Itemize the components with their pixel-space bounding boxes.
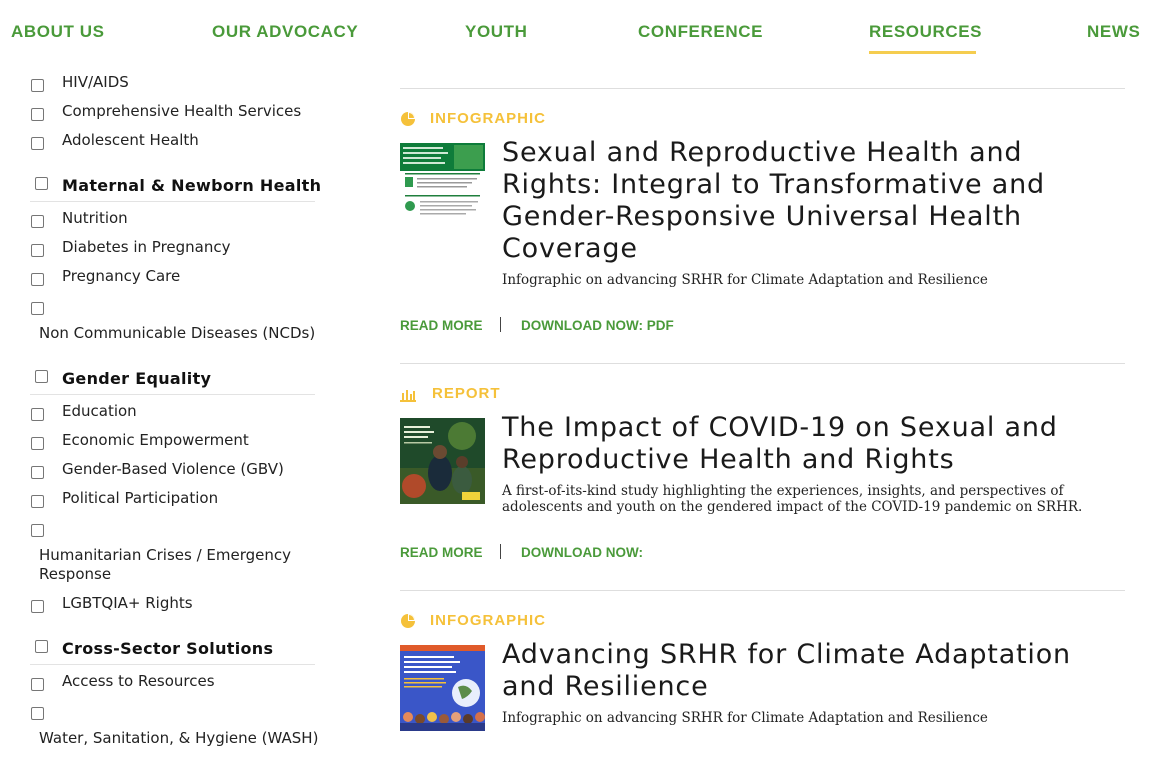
filter-label-education[interactable]: Education [62,402,137,420]
top-navigation: ABOUT US OUR ADVOCACY YOUTH CONFERENCE R… [0,0,1161,62]
filter-label-wash[interactable]: Water, Sanitation, & Hygiene (WASH) [39,729,318,747]
filter-label-adolescent-health[interactable]: Adolescent Health [62,131,199,149]
pie-chart-icon [401,112,415,126]
filter-label-economic-empowerment[interactable]: Economic Empowerment [62,431,249,449]
resource-type: INFOGRAPHIC [400,612,600,632]
read-more-link[interactable]: READ MORE [400,545,483,560]
link-separator [500,317,501,332]
filter-checkbox-gbv[interactable] [31,466,44,479]
nav-resources[interactable]: RESOURCES [869,22,982,42]
filter-checkbox-lgbtqia[interactable] [31,600,44,613]
filter-label-humanitarian[interactable]: Humanitarian Crises / Emergency Response [39,546,319,584]
resource-thumbnail[interactable] [400,418,485,504]
filter-group-gender-equality[interactable]: Gender Equality [62,369,211,388]
filter-checkbox-humanitarian[interactable] [31,524,44,537]
filter-checkbox-ncds[interactable] [31,302,44,315]
resource-title[interactable]: Sexual and Reproductive Health and Right… [502,137,1102,265]
download-link[interactable]: DOWNLOAD NOW: PDF [521,318,674,333]
download-link[interactable]: DOWNLOAD NOW: [521,545,643,560]
link-separator [500,544,501,559]
divider [400,590,1125,591]
group-divider [30,201,315,202]
group-divider [30,664,315,665]
resource-type: REPORT [400,385,600,405]
filter-group-cross-sector[interactable]: Cross-Sector Solutions [62,639,273,658]
nav-our-advocacy[interactable]: OUR ADVOCACY [212,22,358,42]
filter-label-diabetes-pregnancy[interactable]: Diabetes in Pregnancy [62,238,231,256]
filter-checkbox-economic-empowerment[interactable] [31,437,44,450]
filter-checkbox-pregnancy-care[interactable] [31,273,44,286]
nav-active-underline [869,51,976,54]
filter-checkbox-wash[interactable] [31,707,44,720]
filter-checkbox-hiv-aids[interactable] [31,79,44,92]
filter-group-checkbox-cross-sector[interactable] [35,640,48,653]
filter-group-checkbox-gender-equality[interactable] [35,370,48,383]
resource-thumbnail[interactable] [400,645,485,731]
filter-group-checkbox-maternal[interactable] [35,177,48,190]
resource-type-label: INFOGRAPHIC [430,110,546,127]
resource-type-label: INFOGRAPHIC [430,612,546,629]
nav-about-us[interactable]: ABOUT US [11,22,105,42]
filter-label-nutrition[interactable]: Nutrition [62,209,128,227]
resource-type-label: REPORT [432,385,501,402]
filter-group-maternal-newborn[interactable]: Maternal & Newborn Health [62,176,321,195]
filter-label-gbv[interactable]: Gender-Based Violence (GBV) [62,460,284,478]
resource-title[interactable]: The Impact of COVID-19 on Sexual and Rep… [502,412,1102,476]
resource-description: Infographic on advancing SRHR for Climat… [502,272,988,288]
divider [400,363,1125,364]
filter-checkbox-access-resources[interactable] [31,678,44,691]
filter-label-ncds[interactable]: Non Communicable Diseases (NCDs) [39,324,315,342]
filter-checkbox-diabetes-pregnancy[interactable] [31,244,44,257]
resource-thumbnail[interactable] [400,143,485,223]
filter-label-hiv-aids[interactable]: HIV/AIDS [62,73,129,91]
resource-description: A first-of-its-kind study highlighting t… [502,483,1083,515]
filter-label-comprehensive-health[interactable]: Comprehensive Health Services [62,102,301,120]
filter-label-lgbtqia[interactable]: LGBTQIA+ Rights [62,594,193,612]
nav-news[interactable]: NEWS [1087,22,1140,42]
filter-checkbox-education[interactable] [31,408,44,421]
filter-sidebar: HIV/AIDS Comprehensive Health Services A… [0,62,330,757]
filter-checkbox-adolescent-health[interactable] [31,137,44,150]
resource-description: Infographic on advancing SRHR for Climat… [502,710,988,726]
nav-youth[interactable]: YOUTH [465,22,528,42]
nav-conference[interactable]: CONFERENCE [638,22,763,42]
group-divider [30,394,315,395]
resource-type: INFOGRAPHIC [400,110,600,130]
filter-checkbox-political-participation[interactable] [31,495,44,508]
divider [400,88,1125,89]
filter-checkbox-nutrition[interactable] [31,215,44,228]
bar-chart-icon [400,390,416,402]
filter-label-pregnancy-care[interactable]: Pregnancy Care [62,267,180,285]
read-more-link[interactable]: READ MORE [400,318,483,333]
resource-list: INFOGRAPHIC Sexual and Reproductive Heal… [400,62,1125,757]
filter-checkbox-comprehensive-health[interactable] [31,108,44,121]
resource-title[interactable]: Advancing SRHR for Climate Adaptation an… [502,639,1102,703]
pie-chart-icon [401,614,415,628]
filter-label-political-participation[interactable]: Political Participation [62,489,218,507]
filter-label-access-resources[interactable]: Access to Resources [62,672,215,690]
